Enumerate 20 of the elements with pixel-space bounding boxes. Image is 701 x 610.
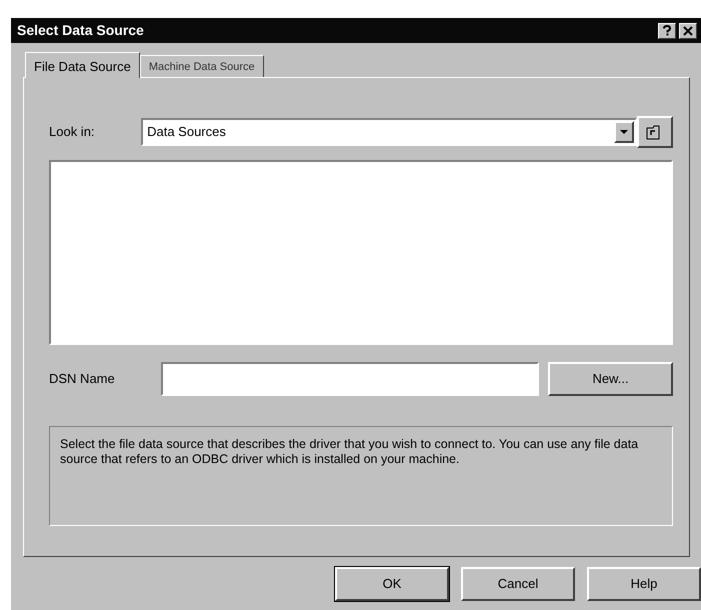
dropdown-arrow-button[interactable] xyxy=(614,121,634,143)
close-icon xyxy=(683,26,693,36)
tab[interactable]: File Data Source xyxy=(25,52,140,78)
dsn-name-label: DSN Name xyxy=(49,370,116,388)
help-icon xyxy=(662,25,672,36)
window-title: Select Data Source xyxy=(17,21,145,40)
up-folder-button[interactable] xyxy=(637,116,673,148)
help-button[interactable]: Help xyxy=(587,567,701,601)
look-in-label: Look in: xyxy=(49,123,96,142)
close-button[interactable] xyxy=(679,22,697,38)
description-text: Select the file data source that describes the driver that you wish to connect to. You can use any file data source that refers to an ODBC driver which is installed on your machine. xyxy=(60,437,640,467)
new-button[interactable]: New... xyxy=(548,362,673,396)
help-button[interactable] xyxy=(658,22,676,38)
cancel-button[interactable]: Cancel xyxy=(461,567,575,601)
look-in-dropdown[interactable]: Data Sources xyxy=(141,118,638,146)
caret-icon xyxy=(620,130,628,134)
dropdown-value: Data Sources xyxy=(146,123,227,142)
tab[interactable]: Machine Data Source xyxy=(140,55,264,77)
ok-button[interactable]: OK xyxy=(335,567,449,601)
dsn-name-field[interactable] xyxy=(161,362,539,396)
